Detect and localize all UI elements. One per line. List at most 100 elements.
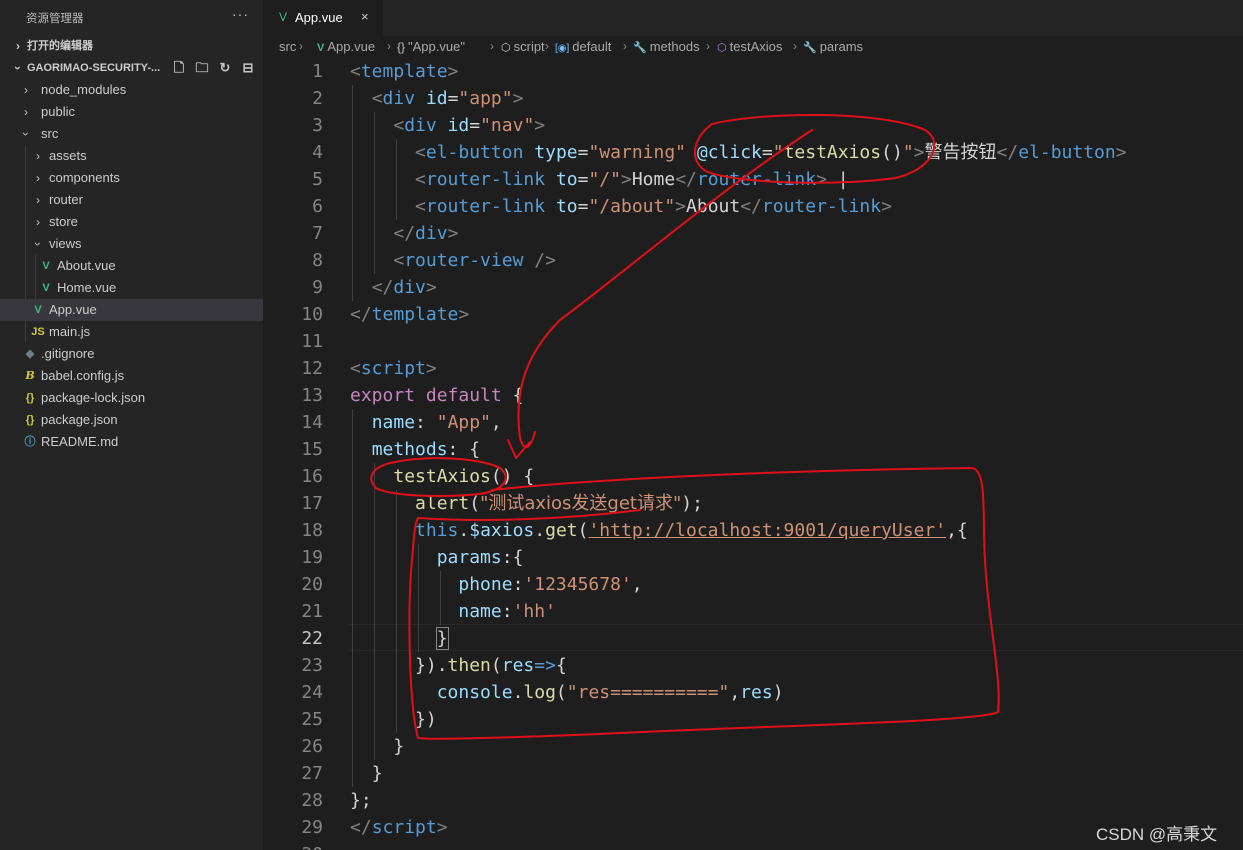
line-number: 6 [312,196,323,217]
line-number: 21 [301,601,323,622]
ellipsis-icon[interactable]: ··· [232,6,249,22]
code-line: } [393,736,405,757]
tree-item-home-vue[interactable]: V Home.vue [0,277,263,299]
project-section[interactable]: › GAORIMAO-SECURITY-... 🗋 🗀 ↻ ⊟ [0,57,263,79]
variable-icon: [◉] [555,43,570,54]
chevron-right-icon: › [706,39,710,53]
code-line: <div id="nav"> [393,115,546,136]
tree-item-label: App.vue [49,302,97,317]
tree-item-about-vue[interactable]: V About.vue [0,255,263,277]
tree-item-views[interactable]: › views [0,233,263,255]
code-line: name: "App", [371,412,502,433]
vue-file-icon: V [42,282,50,294]
new-file-icon[interactable]: 🗋 [170,57,188,79]
breadcrumb-label: testAxios [729,39,783,54]
line-number: 2 [312,88,323,109]
wrench-icon: 🔧 [633,42,647,54]
tree-item-label: src [41,126,59,141]
open-editors-section[interactable]: › 打开的编辑器 [0,35,263,57]
refresh-icon[interactable]: ↻ [216,57,234,79]
line-number: 12 [301,358,323,379]
line-number: 7 [312,223,323,244]
breadcrumb-item[interactable]: ⬡ testAxios [717,39,782,54]
tree-item-components[interactable]: › components [0,167,263,189]
tree-item-main-js[interactable]: JS main.js [0,321,263,343]
breadcrumb-label: App.vue [327,39,376,54]
tree-item-router[interactable]: › router [0,189,263,211]
code-line: <router-view /> [393,250,556,271]
tree-item-label: store [49,214,78,229]
tree-item-label: router [49,192,83,207]
tree-item-readme[interactable]: ⓘ README.md [0,431,263,453]
tree-item-package-json[interactable]: {} package.json [0,409,263,431]
breadcrumb-item[interactable]: {} "App.vue" [397,39,465,54]
line-number: 1 [312,61,323,82]
chevron-down-icon: › [19,132,33,136]
line-number: 27 [301,763,323,784]
breadcrumb-item[interactable]: src [279,39,296,54]
breadcrumb-item[interactable]: [◉] default [555,39,611,54]
code-line: }).then(res=>{ [415,655,567,676]
tree-item-assets[interactable]: › assets [0,145,263,167]
json-file-icon: {} [25,392,35,404]
tab-app-vue[interactable]: V App.vue × [263,0,383,36]
line-number: 16 [301,466,323,487]
chevron-right-icon: › [36,171,40,185]
breadcrumb-item[interactable]: 🔧 methods [633,39,700,54]
tree-item-gitignore[interactable]: ◆ .gitignore [0,343,263,365]
line-number-active: 22 [301,628,323,649]
tree-item-label: README.md [41,434,119,449]
breadcrumb: src › V App.vue › {} "App.vue" › ⬡ script ›… [263,36,1243,58]
tree-item-store[interactable]: › store [0,211,263,233]
code-line: <router-link to="/">Home</router-link> | [415,169,849,190]
chevron-down-icon: › [11,66,25,70]
braces-icon: {} [397,40,406,54]
vue-file-icon: V [279,10,288,24]
wrench-icon: 🔧 [803,42,817,54]
js-file-icon: JS [31,326,45,338]
code-line: alert("测试axios发送get请求"); [415,493,703,514]
line-number: 9 [312,277,323,298]
line-number: 5 [312,169,323,190]
line-number: 25 [301,709,323,730]
vue-file-icon: V [317,42,325,54]
tree-item-label: public [41,104,75,119]
chevron-right-icon: › [24,105,28,119]
tree-item-babel-config[interactable]: B babel.config.js [0,365,263,387]
new-folder-icon[interactable]: 🗀 [193,57,211,79]
code-line: } [371,763,383,784]
line-number: 30 [263,841,323,850]
code-line: <router-link to="/about">About</router-l… [415,196,892,217]
line-number: 29 [301,817,323,838]
code-line: export default { [350,385,524,406]
editor-tab-bar: V App.vue × [263,0,1243,36]
code-line: </template> [350,304,470,325]
code-line: methods: { [371,439,481,460]
code-editor[interactable]: 1 2 3 4 5 6 7 8 9 10 11 12 13 14 15 16 1… [263,58,1243,850]
breadcrumb-item[interactable]: V App.vue [317,39,375,54]
code-line: this.$axios.get('http://localhost:9001/q… [415,520,968,541]
tree-item-src[interactable]: › src [0,123,263,145]
tree-item-node-modules[interactable]: › node_modules [0,79,263,101]
symbol-icon: ⬡ [501,42,511,54]
collapse-all-icon[interactable]: ⊟ [239,57,257,79]
tree-item-label: About.vue [57,258,116,273]
line-number: 17 [301,493,323,514]
tree-item-package-lock[interactable]: {} package-lock.json [0,387,263,409]
tree-item-app-vue[interactable]: V App.vue [0,299,263,321]
breadcrumb-item[interactable]: ⬡ script [501,39,545,54]
project-label: GAORIMAO-SECURITY-... [27,62,161,74]
babel-file-icon: B [25,369,35,382]
close-icon[interactable]: × [361,9,369,24]
line-number: 20 [301,574,323,595]
line-number: 13 [301,385,323,406]
tree-item-label: views [49,236,82,251]
tree-item-label: .gitignore [41,346,95,361]
tree-item-label: node_modules [41,82,127,97]
breadcrumb-item[interactable]: 🔧 params [803,39,863,54]
chevron-right-icon: › [24,83,28,97]
method-icon: ⬡ [717,42,727,54]
tree-item-label: babel.config.js [41,368,125,383]
tree-item-public[interactable]: › public [0,101,263,123]
watermark: CSDN @高秉文 [1096,825,1218,844]
